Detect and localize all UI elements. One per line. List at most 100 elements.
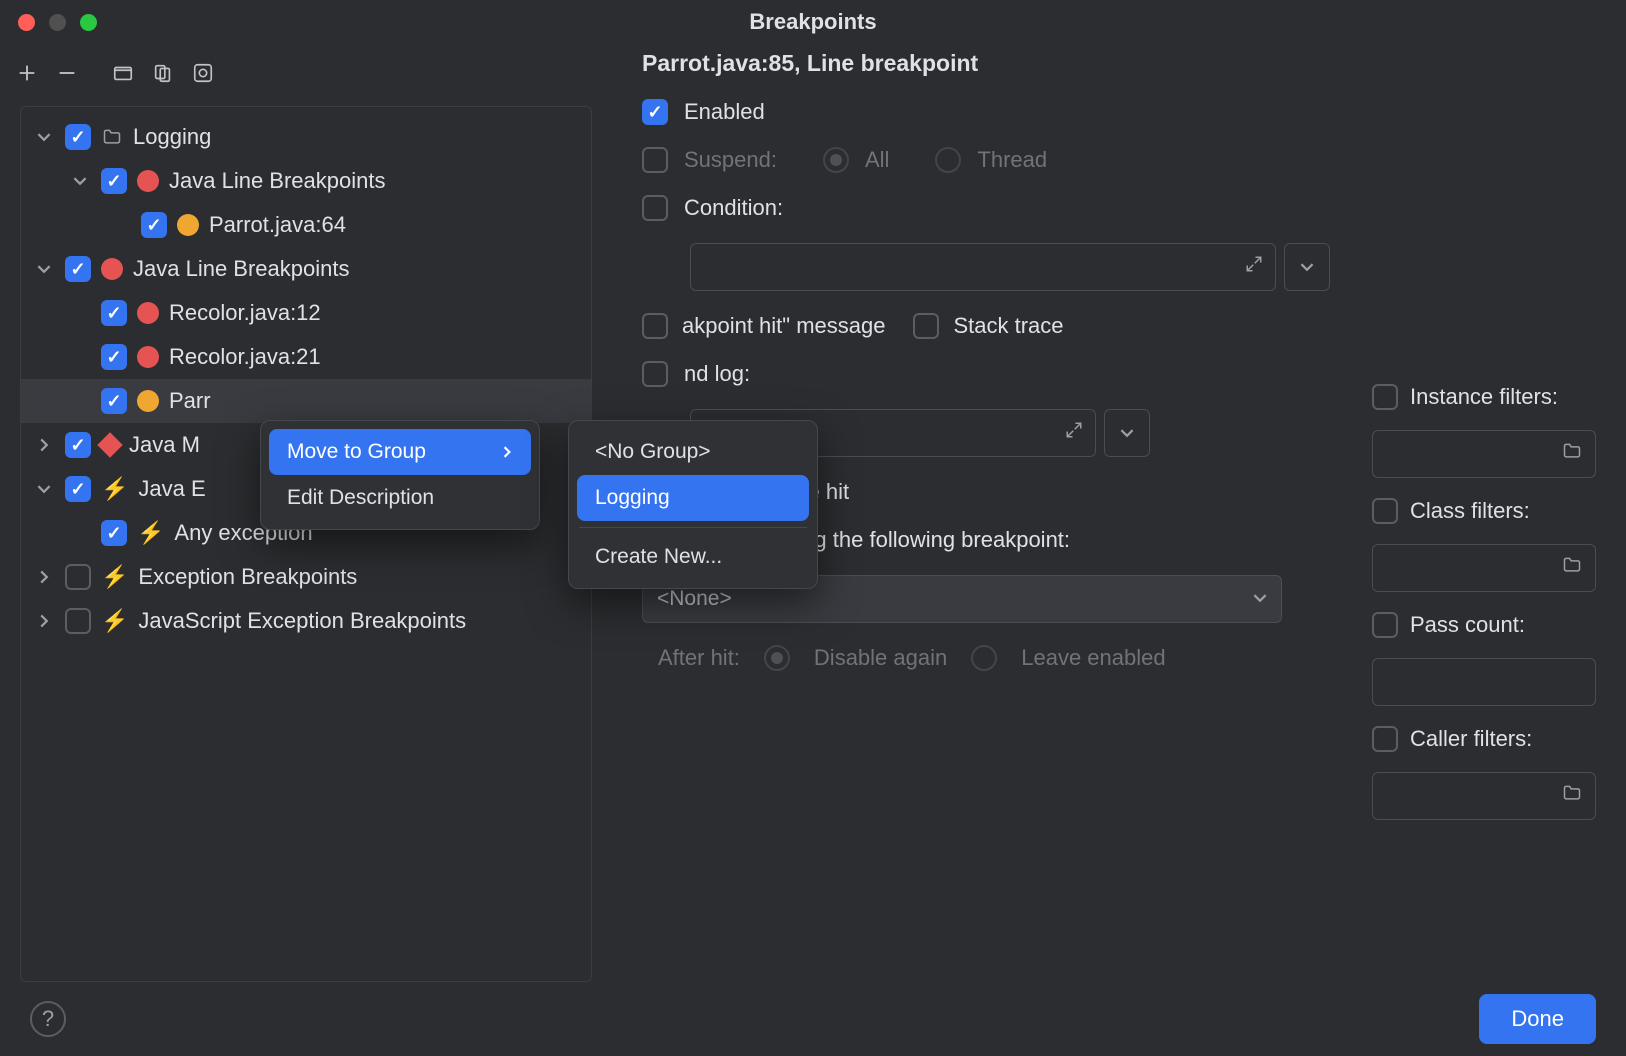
- help-button[interactable]: ?: [30, 1001, 66, 1037]
- tree-label: Logging: [133, 124, 211, 150]
- window-controls: [18, 14, 97, 31]
- submenu-no-group[interactable]: <No Group>: [577, 429, 809, 475]
- tree-label: Java M: [129, 432, 200, 458]
- condition-input[interactable]: [690, 243, 1276, 291]
- suspend-all-radio[interactable]: [823, 147, 849, 173]
- breakpoint-conditional-icon: [137, 390, 159, 412]
- menu-label: Create New...: [595, 545, 722, 569]
- class-filters-label: Class filters:: [1410, 498, 1530, 524]
- bp-hit-message-checkbox[interactable]: [642, 313, 668, 339]
- class-filters-checkbox[interactable]: [1372, 498, 1398, 524]
- chevron-down-icon[interactable]: [33, 478, 55, 500]
- titlebar: Breakpoints: [0, 0, 1626, 44]
- tree-row[interactable]: ⚡ Exception Breakpoints: [21, 555, 591, 599]
- expand-icon[interactable]: [1065, 421, 1083, 445]
- submenu-create-new[interactable]: Create New...: [577, 534, 809, 580]
- menu-label: Move to Group: [287, 440, 426, 464]
- checkbox[interactable]: [101, 168, 127, 194]
- folder-icon[interactable]: [1561, 441, 1583, 467]
- tree-row[interactable]: Recolor.java:21: [21, 335, 591, 379]
- tree-row[interactable]: ⚡ JavaScript Exception Breakpoints: [21, 599, 591, 643]
- caller-filters-label: Caller filters:: [1410, 726, 1532, 752]
- chevron-down-icon: [1253, 587, 1267, 611]
- folder-icon: [101, 127, 123, 147]
- minimize-window-icon[interactable]: [49, 14, 66, 31]
- instance-filters-checkbox[interactable]: [1372, 384, 1398, 410]
- checkbox[interactable]: [65, 432, 91, 458]
- enabled-checkbox[interactable]: [642, 99, 668, 125]
- evaluate-log-history-button[interactable]: [1104, 409, 1150, 457]
- checkbox[interactable]: [65, 124, 91, 150]
- checkbox[interactable]: [141, 212, 167, 238]
- chevron-down-icon[interactable]: [69, 170, 91, 192]
- add-breakpoint-button[interactable]: [10, 56, 44, 90]
- pass-count-checkbox[interactable]: [1372, 612, 1398, 638]
- instance-filters-label: Instance filters:: [1410, 384, 1558, 410]
- tree-row[interactable]: Java Line Breakpoints: [21, 159, 591, 203]
- suspend-thread-label: Thread: [977, 147, 1047, 173]
- tree-label: Java Line Breakpoints: [133, 256, 349, 282]
- suspend-thread-radio[interactable]: [935, 147, 961, 173]
- tree-label: Parr: [169, 388, 211, 414]
- caller-filters-checkbox[interactable]: [1372, 726, 1398, 752]
- menu-label: <No Group>: [595, 440, 711, 464]
- chevron-right-icon[interactable]: [33, 566, 55, 588]
- checkbox[interactable]: [65, 608, 91, 634]
- folder-icon[interactable]: [1561, 555, 1583, 581]
- pass-count-input[interactable]: [1372, 658, 1596, 706]
- tree-row[interactable]: Recolor.java:12: [21, 291, 591, 335]
- remove-breakpoint-button[interactable]: [50, 56, 84, 90]
- tree-label: Exception Breakpoints: [138, 564, 357, 590]
- instance-filters-input[interactable]: [1372, 430, 1596, 478]
- suspend-checkbox[interactable]: [642, 147, 668, 173]
- evaluate-log-checkbox[interactable]: [642, 361, 668, 387]
- tree-label: JavaScript Exception Breakpoints: [138, 608, 466, 634]
- chevron-down-icon[interactable]: [33, 126, 55, 148]
- window-title: Breakpoints: [749, 9, 876, 35]
- menu-edit-description[interactable]: Edit Description: [269, 475, 531, 521]
- menu-move-to-group[interactable]: Move to Group: [269, 429, 531, 475]
- class-filters-input[interactable]: [1372, 544, 1596, 592]
- enabled-label: Enabled: [684, 99, 765, 125]
- tree-label: Parrot.java:64: [209, 212, 346, 238]
- submenu-logging[interactable]: Logging: [577, 475, 809, 521]
- chevron-right-icon[interactable]: [33, 434, 55, 456]
- pass-count-label: Pass count:: [1410, 612, 1525, 638]
- close-window-icon[interactable]: [18, 14, 35, 31]
- suspend-label: Suspend:: [684, 147, 777, 173]
- leave-enabled-label: Leave enabled: [1021, 645, 1165, 671]
- condition-checkbox[interactable]: [642, 195, 668, 221]
- expand-icon[interactable]: [1245, 255, 1263, 279]
- exception-breakpoint-icon: ⚡: [101, 564, 128, 590]
- maximize-window-icon[interactable]: [80, 14, 97, 31]
- tree-row-logging-group[interactable]: Logging: [21, 115, 591, 159]
- menu-label: Edit Description: [287, 486, 434, 510]
- condition-history-button[interactable]: [1284, 243, 1330, 291]
- done-button[interactable]: Done: [1479, 994, 1596, 1044]
- chevron-right-icon[interactable]: [33, 610, 55, 632]
- checkbox[interactable]: [65, 476, 91, 502]
- stack-trace-checkbox[interactable]: [913, 313, 939, 339]
- checkbox[interactable]: [101, 388, 127, 414]
- checkbox[interactable]: [101, 300, 127, 326]
- tree-row[interactable]: Java Line Breakpoints: [21, 247, 591, 291]
- tree-label: Recolor.java:12: [169, 300, 321, 326]
- exception-breakpoint-icon: ⚡: [101, 608, 128, 634]
- folder-icon[interactable]: [1561, 783, 1583, 809]
- checkbox[interactable]: [101, 344, 127, 370]
- caller-filters-input[interactable]: [1372, 772, 1596, 820]
- tree-row-selected[interactable]: Parr: [21, 379, 591, 423]
- leave-enabled-radio[interactable]: [971, 645, 997, 671]
- chevron-down-icon[interactable]: [33, 258, 55, 280]
- checkbox[interactable]: [65, 564, 91, 590]
- checkbox[interactable]: [65, 256, 91, 282]
- breakpoint-tree[interactable]: Logging Java Line Breakpoints Parrot.jav…: [20, 106, 592, 982]
- view-breakpoints-button[interactable]: [186, 56, 220, 90]
- checkbox[interactable]: [101, 520, 127, 546]
- group-by-file-button[interactable]: [106, 56, 140, 90]
- group-by-class-button[interactable]: [146, 56, 180, 90]
- disable-again-label: Disable again: [814, 645, 947, 671]
- disable-again-radio[interactable]: [764, 645, 790, 671]
- tree-row[interactable]: Parrot.java:64: [21, 203, 591, 247]
- breakpoint-toolbar: [0, 44, 612, 106]
